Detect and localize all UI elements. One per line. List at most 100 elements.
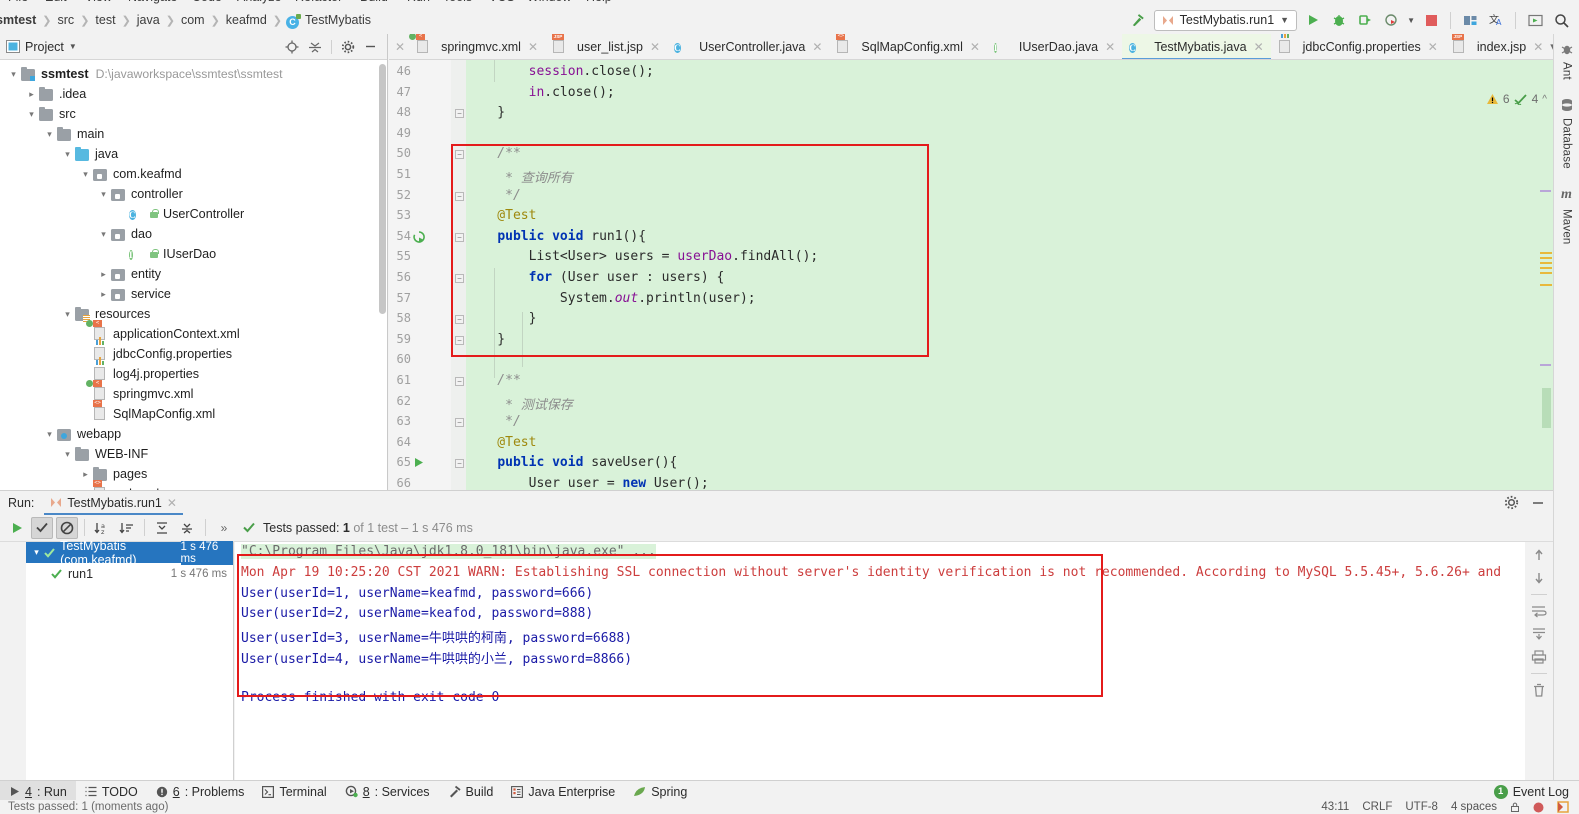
fold-toggle[interactable]: − <box>455 232 464 242</box>
collapse-all-icon[interactable] <box>308 40 322 54</box>
editor-tab-testmybatis-java[interactable]: C TestMybatis.java ✕ <box>1122 34 1271 59</box>
tree-item-main[interactable]: ▾ main <box>0 124 387 144</box>
chevron-down-icon[interactable]: ▾ <box>62 449 73 460</box>
fold-toggle[interactable]: − <box>455 109 464 119</box>
tree-item-web-inf[interactable]: ▾ WEB-INF <box>0 444 387 464</box>
expand-all-icon[interactable] <box>151 517 173 539</box>
chevron-down-icon[interactable]: ▾ <box>44 429 55 440</box>
fold-toggle[interactable]: − <box>455 335 464 345</box>
close-icon[interactable]: ✕ <box>528 40 538 54</box>
tree-item-usercontroller[interactable]: C UserController <box>0 204 387 224</box>
chevron-down-icon[interactable]: ▼ <box>1407 16 1415 25</box>
chevron-down-icon[interactable]: ▼ <box>1280 15 1289 25</box>
chevron-right-icon[interactable]: ▸ <box>80 469 91 480</box>
settings-gear-icon[interactable] <box>1504 495 1519 510</box>
code-line[interactable]: * 测试保存 <box>466 394 573 413</box>
settings-gear-icon[interactable] <box>341 40 355 54</box>
breadcrumb-item-src[interactable]: src <box>56 13 77 27</box>
lock-icon[interactable] <box>1510 802 1520 812</box>
search-everywhere-icon[interactable] <box>1551 10 1571 30</box>
tab-close-icon[interactable]: ✕ <box>389 34 409 59</box>
chevron-down-icon[interactable]: ▾ <box>98 229 109 240</box>
profiler-icon[interactable] <box>1381 10 1401 30</box>
code-line[interactable]: in.close(); <box>466 85 615 100</box>
tool-window-ant[interactable]: Ant <box>1561 62 1573 80</box>
tree-item--idea[interactable]: ▸ .idea <box>0 84 387 104</box>
sort-by-duration-icon[interactable] <box>116 517 138 539</box>
stop-icon[interactable] <box>1421 10 1441 30</box>
tree-item-java[interactable]: ▾ java <box>0 144 387 164</box>
console-output[interactable]: "C:\Program Files\Java\jdk1.8.0_181\bin\… <box>235 542 1525 786</box>
code-line[interactable]: } <box>466 105 505 120</box>
file-encoding[interactable]: UTF-8 <box>1405 801 1438 813</box>
test-results-tree[interactable]: ▾ TestMybatis (com.keafmd) 1 s 476 ms ru… <box>26 539 234 786</box>
run-toolbar[interactable]: az » Tests passed: 1 of 1 test – 1 s 476… <box>0 514 1553 542</box>
breadcrumb-item-test[interactable]: test <box>93 13 117 27</box>
tree-item-service[interactable]: ▸ service <box>0 284 387 304</box>
notification-icon[interactable] <box>1533 802 1544 813</box>
chevron-right-icon[interactable]: ▸ <box>98 269 109 280</box>
run-configuration-selector[interactable]: TestMybatis.run1 ▼ <box>1153 9 1298 31</box>
console-side-toolbar[interactable] <box>1525 542 1553 786</box>
code-line[interactable]: User user = new User(); <box>466 476 709 490</box>
collapse-all-icon[interactable] <box>176 517 198 539</box>
code-line[interactable]: @Test <box>466 435 536 450</box>
debug-icon[interactable] <box>1329 10 1349 30</box>
fold-toggle[interactable]: − <box>455 315 464 325</box>
menu-build[interactable]: Build <box>360 0 388 4</box>
tree-item-pages[interactable]: ▸ pages <box>0 464 387 484</box>
tree-item-iuserdao[interactable]: I IUserDao <box>0 244 387 264</box>
editor-tab-jdbcconfig-properties[interactable]: jdbcConfig.properties ✕ <box>1271 34 1445 59</box>
close-icon[interactable]: ✕ <box>1254 40 1264 54</box>
fold-toggle[interactable]: − <box>455 459 464 469</box>
breadcrumb-item-com[interactable]: com <box>179 13 207 27</box>
tab-list-chevron-icon[interactable]: ▾ <box>1550 40 1553 53</box>
tree-item-webapp[interactable]: ▾ webapp <box>0 424 387 444</box>
menu-help[interactable]: Help <box>586 0 612 4</box>
menu-vcs[interactable]: VCS <box>489 0 515 4</box>
fold-toggle[interactable]: − <box>455 274 464 283</box>
run-coverage-icon[interactable] <box>1355 10 1375 30</box>
fold-toggle[interactable]: − <box>455 191 464 201</box>
code-line[interactable]: } <box>466 311 537 326</box>
print-icon[interactable] <box>1531 650 1547 664</box>
menu-refactor[interactable]: Refactor <box>295 0 342 4</box>
close-icon[interactable]: ✕ <box>1105 40 1115 54</box>
code-area[interactable]: 46 47 48 49 50 51 52 53 54 55 56 57 58 59 60 61 62 63 64 65… <box>389 60 1553 490</box>
chevron-down-icon[interactable]: ▾ <box>62 149 73 160</box>
close-icon[interactable]: ✕ <box>1428 40 1438 54</box>
tool-window-database[interactable]: Database <box>1561 118 1573 169</box>
tool-window-maven[interactable]: Maven <box>1561 209 1573 245</box>
scroll-down-icon[interactable] <box>1532 571 1546 585</box>
code-line[interactable]: * 查询所有 <box>466 167 573 186</box>
project-scrollbar[interactable] <box>379 64 386 314</box>
tree-item-log4j-properties[interactable]: log4j.properties <box>0 357 387 384</box>
code-line[interactable]: /** <box>466 146 521 161</box>
test-tree-row-class[interactable]: ▾ TestMybatis (com.keafmd) 1 s 476 ms <box>26 539 233 567</box>
breadcrumb-item-project[interactable]: smtest <box>0 13 38 27</box>
tree-item-springmvc-xml[interactable]: < springmvc.xml <box>0 380 387 404</box>
editor-tab-usercontroller-java[interactable]: C UserController.java ✕ <box>667 34 829 59</box>
soft-wrap-icon[interactable] <box>1531 604 1547 618</box>
hide-icon[interactable] <box>364 40 377 53</box>
tree-item-dao[interactable]: ▾ dao <box>0 224 387 244</box>
run-icon[interactable] <box>1303 10 1323 30</box>
code-line[interactable]: /** <box>466 373 521 388</box>
indent-setting[interactable]: 4 spaces <box>1451 801 1497 813</box>
code-line[interactable]: for (User user : users) { <box>466 270 725 285</box>
build-hammer-icon[interactable] <box>1128 10 1148 30</box>
run-test-icon[interactable] <box>413 457 424 468</box>
editor-tab-index-jsp[interactable]: JSP index.jsp ✕ <box>1445 34 1550 59</box>
bottom-tool-bar[interactable]: 4: Run TODO 6: Problems Terminal 8: Serv… <box>0 780 1579 803</box>
chevron-right-icon[interactable]: ▸ <box>26 89 37 100</box>
close-icon[interactable]: ✕ <box>650 40 660 54</box>
breadcrumb-item-keafmd[interactable]: keafmd <box>224 13 269 27</box>
menu-navigate[interactable]: Navigate <box>128 0 177 4</box>
fold-toggle[interactable]: − <box>455 150 464 160</box>
tree-item-resources[interactable]: ▾ resources <box>0 304 387 324</box>
chevron-up-icon[interactable]: ^ <box>1542 94 1547 105</box>
close-icon[interactable]: ✕ <box>1533 40 1543 54</box>
editor-tab-user-list-jsp[interactable]: JSP user_list.jsp ✕ <box>545 34 667 59</box>
breadcrumb-item-java[interactable]: java <box>135 13 162 27</box>
code-line[interactable]: List<User> users = userDao.findAll(); <box>466 249 819 264</box>
